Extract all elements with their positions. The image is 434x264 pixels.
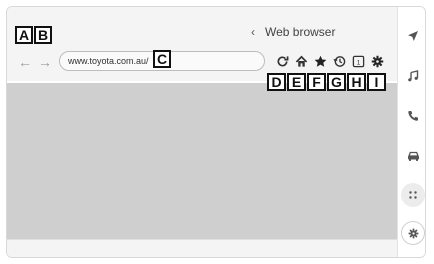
car-icon[interactable] — [404, 147, 422, 165]
navigation-icon[interactable] — [404, 27, 422, 45]
callout-a: A — [15, 26, 33, 44]
title-text: Web browser — [265, 25, 336, 39]
callout-i: I — [367, 73, 386, 91]
callout-f: F — [307, 73, 326, 91]
apps-icon[interactable] — [401, 183, 425, 207]
history-icon[interactable] — [332, 54, 346, 68]
device-screen: ‹ Web browser ← → www.toyota.com.au/ 1 — [6, 6, 426, 258]
home-icon[interactable] — [294, 54, 308, 68]
gear-icon[interactable] — [370, 54, 384, 68]
callout-b: B — [34, 26, 52, 44]
star-icon[interactable] — [313, 54, 327, 68]
title-back-icon[interactable]: ‹ — [251, 25, 255, 39]
side-bar — [397, 7, 425, 257]
settings-icon[interactable] — [401, 221, 425, 245]
web-content-area[interactable] — [7, 83, 397, 239]
callout-c: C — [153, 50, 171, 68]
music-icon[interactable] — [404, 67, 422, 85]
header-bar: ‹ Web browser — [7, 7, 397, 49]
callout-e: E — [287, 73, 306, 91]
bottom-bar — [7, 239, 397, 257]
back-arrow-icon[interactable]: ← — [17, 54, 33, 70]
phone-icon[interactable] — [404, 107, 422, 125]
callout-h: H — [347, 73, 366, 91]
tabs-icon[interactable]: 1 — [351, 54, 365, 68]
reload-icon[interactable] — [275, 54, 289, 68]
forward-arrow-icon[interactable]: → — [37, 54, 53, 70]
svg-text:1: 1 — [356, 59, 360, 66]
callout-d: D — [267, 73, 286, 91]
callout-g: G — [327, 73, 346, 91]
page-title: ‹ Web browser — [251, 25, 335, 39]
browser-screen: ‹ Web browser ← → www.toyota.com.au/ 1 — [7, 7, 397, 257]
